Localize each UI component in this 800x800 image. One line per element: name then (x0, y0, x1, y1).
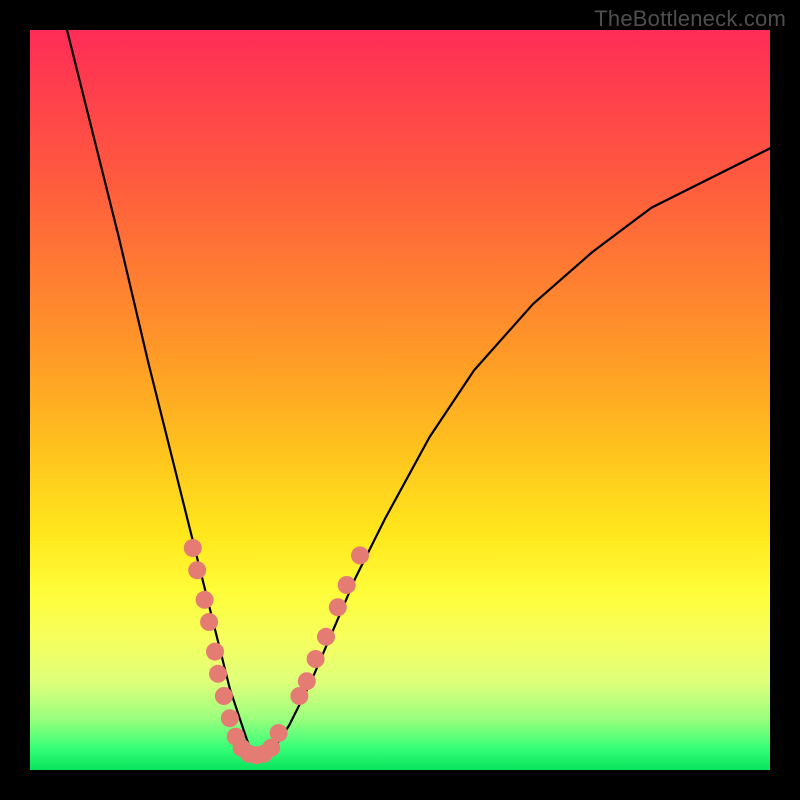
data-point (221, 709, 239, 727)
data-point (196, 591, 214, 609)
watermark-text: TheBottleneck.com (594, 6, 786, 32)
data-point (317, 628, 335, 646)
data-point (184, 539, 202, 557)
bottleneck-curve (67, 30, 770, 755)
data-point (188, 561, 206, 579)
data-point (209, 665, 227, 683)
chart-svg (30, 30, 770, 770)
plot-area (30, 30, 770, 770)
data-point (329, 598, 347, 616)
data-point (200, 613, 218, 631)
data-point (270, 724, 288, 742)
data-point (307, 650, 325, 668)
data-point (338, 576, 356, 594)
chart-frame: TheBottleneck.com (0, 0, 800, 800)
data-point (298, 672, 316, 690)
data-point (215, 687, 233, 705)
data-point (351, 546, 369, 564)
data-point (206, 643, 224, 661)
marker-group (184, 539, 369, 764)
